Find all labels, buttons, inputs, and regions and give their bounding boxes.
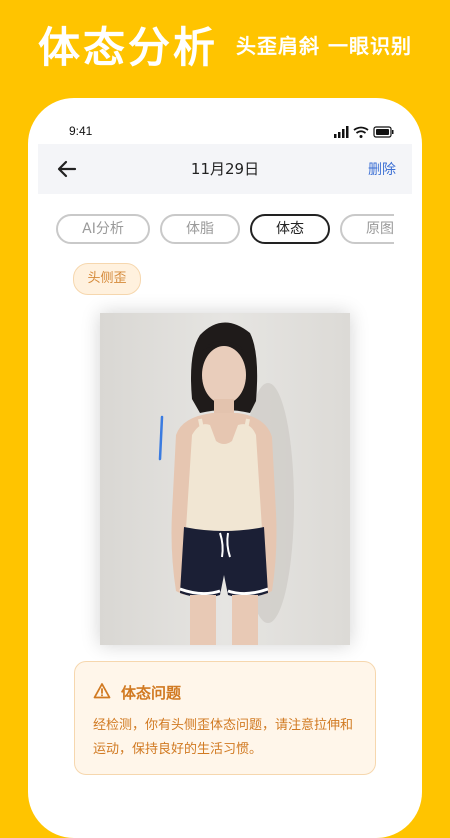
notice-body: 经检测，你有头侧歪体态问题，请注意拉伸和运动，保持良好的生活习惯。: [93, 718, 354, 757]
promo-subtitle: 头歪肩斜 一眼识别: [236, 34, 412, 58]
tab-original-photo[interactable]: 原图: [340, 214, 394, 244]
battery-icon: [373, 126, 394, 138]
status-icons: [334, 126, 394, 138]
arrow-left-icon[interactable]: [56, 158, 78, 180]
signal-icon: [334, 126, 349, 138]
wifi-icon: [353, 126, 369, 138]
nav-bar: 11月29日 删除: [38, 144, 412, 194]
tab-body-fat[interactable]: 体脂: [160, 214, 240, 244]
notice-title: 体态问题: [121, 684, 182, 702]
phone-screen: 9:41 11月29日 删除 AI分析 体脂 体态 原图 头侧歪 体态问题 经检…: [28, 98, 422, 838]
status-time: 9:41: [69, 124, 93, 138]
status-bar: 9:41: [28, 98, 422, 144]
page-title: 11月29日: [190, 160, 260, 178]
tab-posture[interactable]: 体态: [250, 214, 330, 244]
warning-icon: [93, 683, 111, 699]
posture-issue-card: 体态问题 经检测，你有头侧歪体态问题，请注意拉伸和运动，保持良好的生活习惯。: [74, 661, 376, 775]
posture-photo-figure: [100, 313, 350, 645]
promo-title: 体态分析: [38, 23, 219, 72]
posture-photo: [100, 313, 350, 645]
delete-button[interactable]: 删除: [368, 159, 396, 179]
tab-strip: AI分析 体脂 体态 原图: [56, 214, 394, 244]
tab-ai-analysis[interactable]: AI分析: [56, 214, 150, 244]
issue-tag: 头侧歪: [73, 263, 141, 295]
